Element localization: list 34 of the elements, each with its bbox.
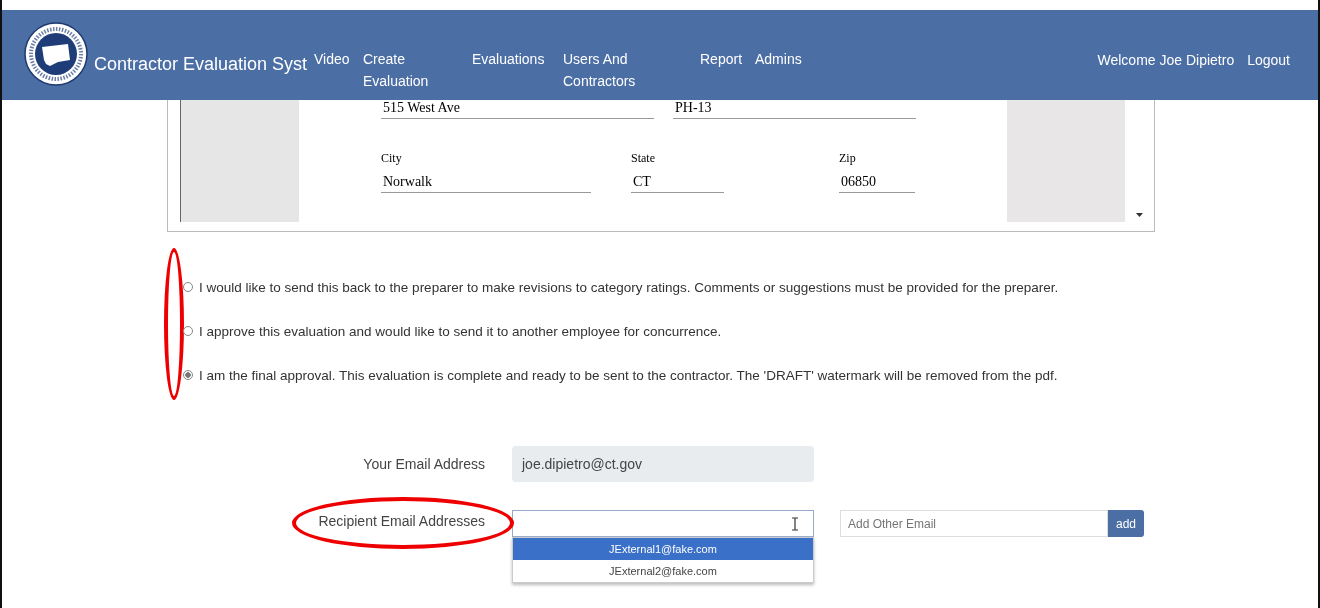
radio-button[interactable] [183, 370, 193, 380]
field-label: City [381, 151, 403, 166]
option-text: I approve this evaluation and would like to send it to another employee for concurrence. [199, 323, 722, 339]
caret-icon[interactable] [1136, 213, 1143, 217]
email-field[interactable]: joe.dipietro@ct.gov [512, 446, 814, 482]
nav-link[interactable]: Create Evaluation [363, 48, 463, 92]
field-label: Your Email Address [363, 456, 485, 472]
suggestion-item[interactable]: JExternal1@fake.com [513, 538, 813, 560]
field-label: Zip [839, 151, 857, 166]
option-text: I am the final approval. This evaluation is complete and ready to be sent to the contractor. The 'DRAFT' watermark will be removed from the pdf. [199, 367, 1058, 383]
recipient-field[interactable] [512, 510, 814, 537]
field-label: State [631, 151, 656, 166]
nav-link[interactable]: Admins [755, 48, 815, 92]
field-label: Recipient Email Addresses [318, 513, 485, 529]
app-title: Contractor Evaluation Syst [94, 54, 309, 75]
document-field: Norwalk [381, 174, 591, 193]
radio-button[interactable] [183, 282, 193, 292]
text-cursor-icon [791, 516, 799, 531]
add-button[interactable]: add [1108, 510, 1144, 537]
nav-link[interactable]: Video [314, 48, 354, 92]
suggestion-item[interactable]: JExternal2@fake.com [513, 560, 813, 582]
welcome-text: Welcome Joe Dipietro [1097, 52, 1235, 68]
option-text: I would like to send this back to the preparer to make revisions to category ratings. Comments or suggestions must be provided for the preparer. [199, 279, 1059, 295]
seal-logo [24, 22, 88, 86]
document-field: 515 West Ave [381, 100, 654, 119]
document-field: CT [631, 174, 724, 193]
nav-link[interactable]: Report [700, 48, 746, 92]
document-field: PH-13 [673, 100, 916, 119]
other-email-field[interactable]: Add Other Email [840, 510, 1108, 537]
logout-link[interactable]: Logout [1247, 52, 1290, 68]
nav-link[interactable]: Evaluations [472, 48, 554, 92]
document-field: 06850 [839, 174, 915, 193]
nav-link[interactable]: Users And Contractors [563, 48, 691, 92]
radio-button[interactable] [183, 326, 193, 336]
